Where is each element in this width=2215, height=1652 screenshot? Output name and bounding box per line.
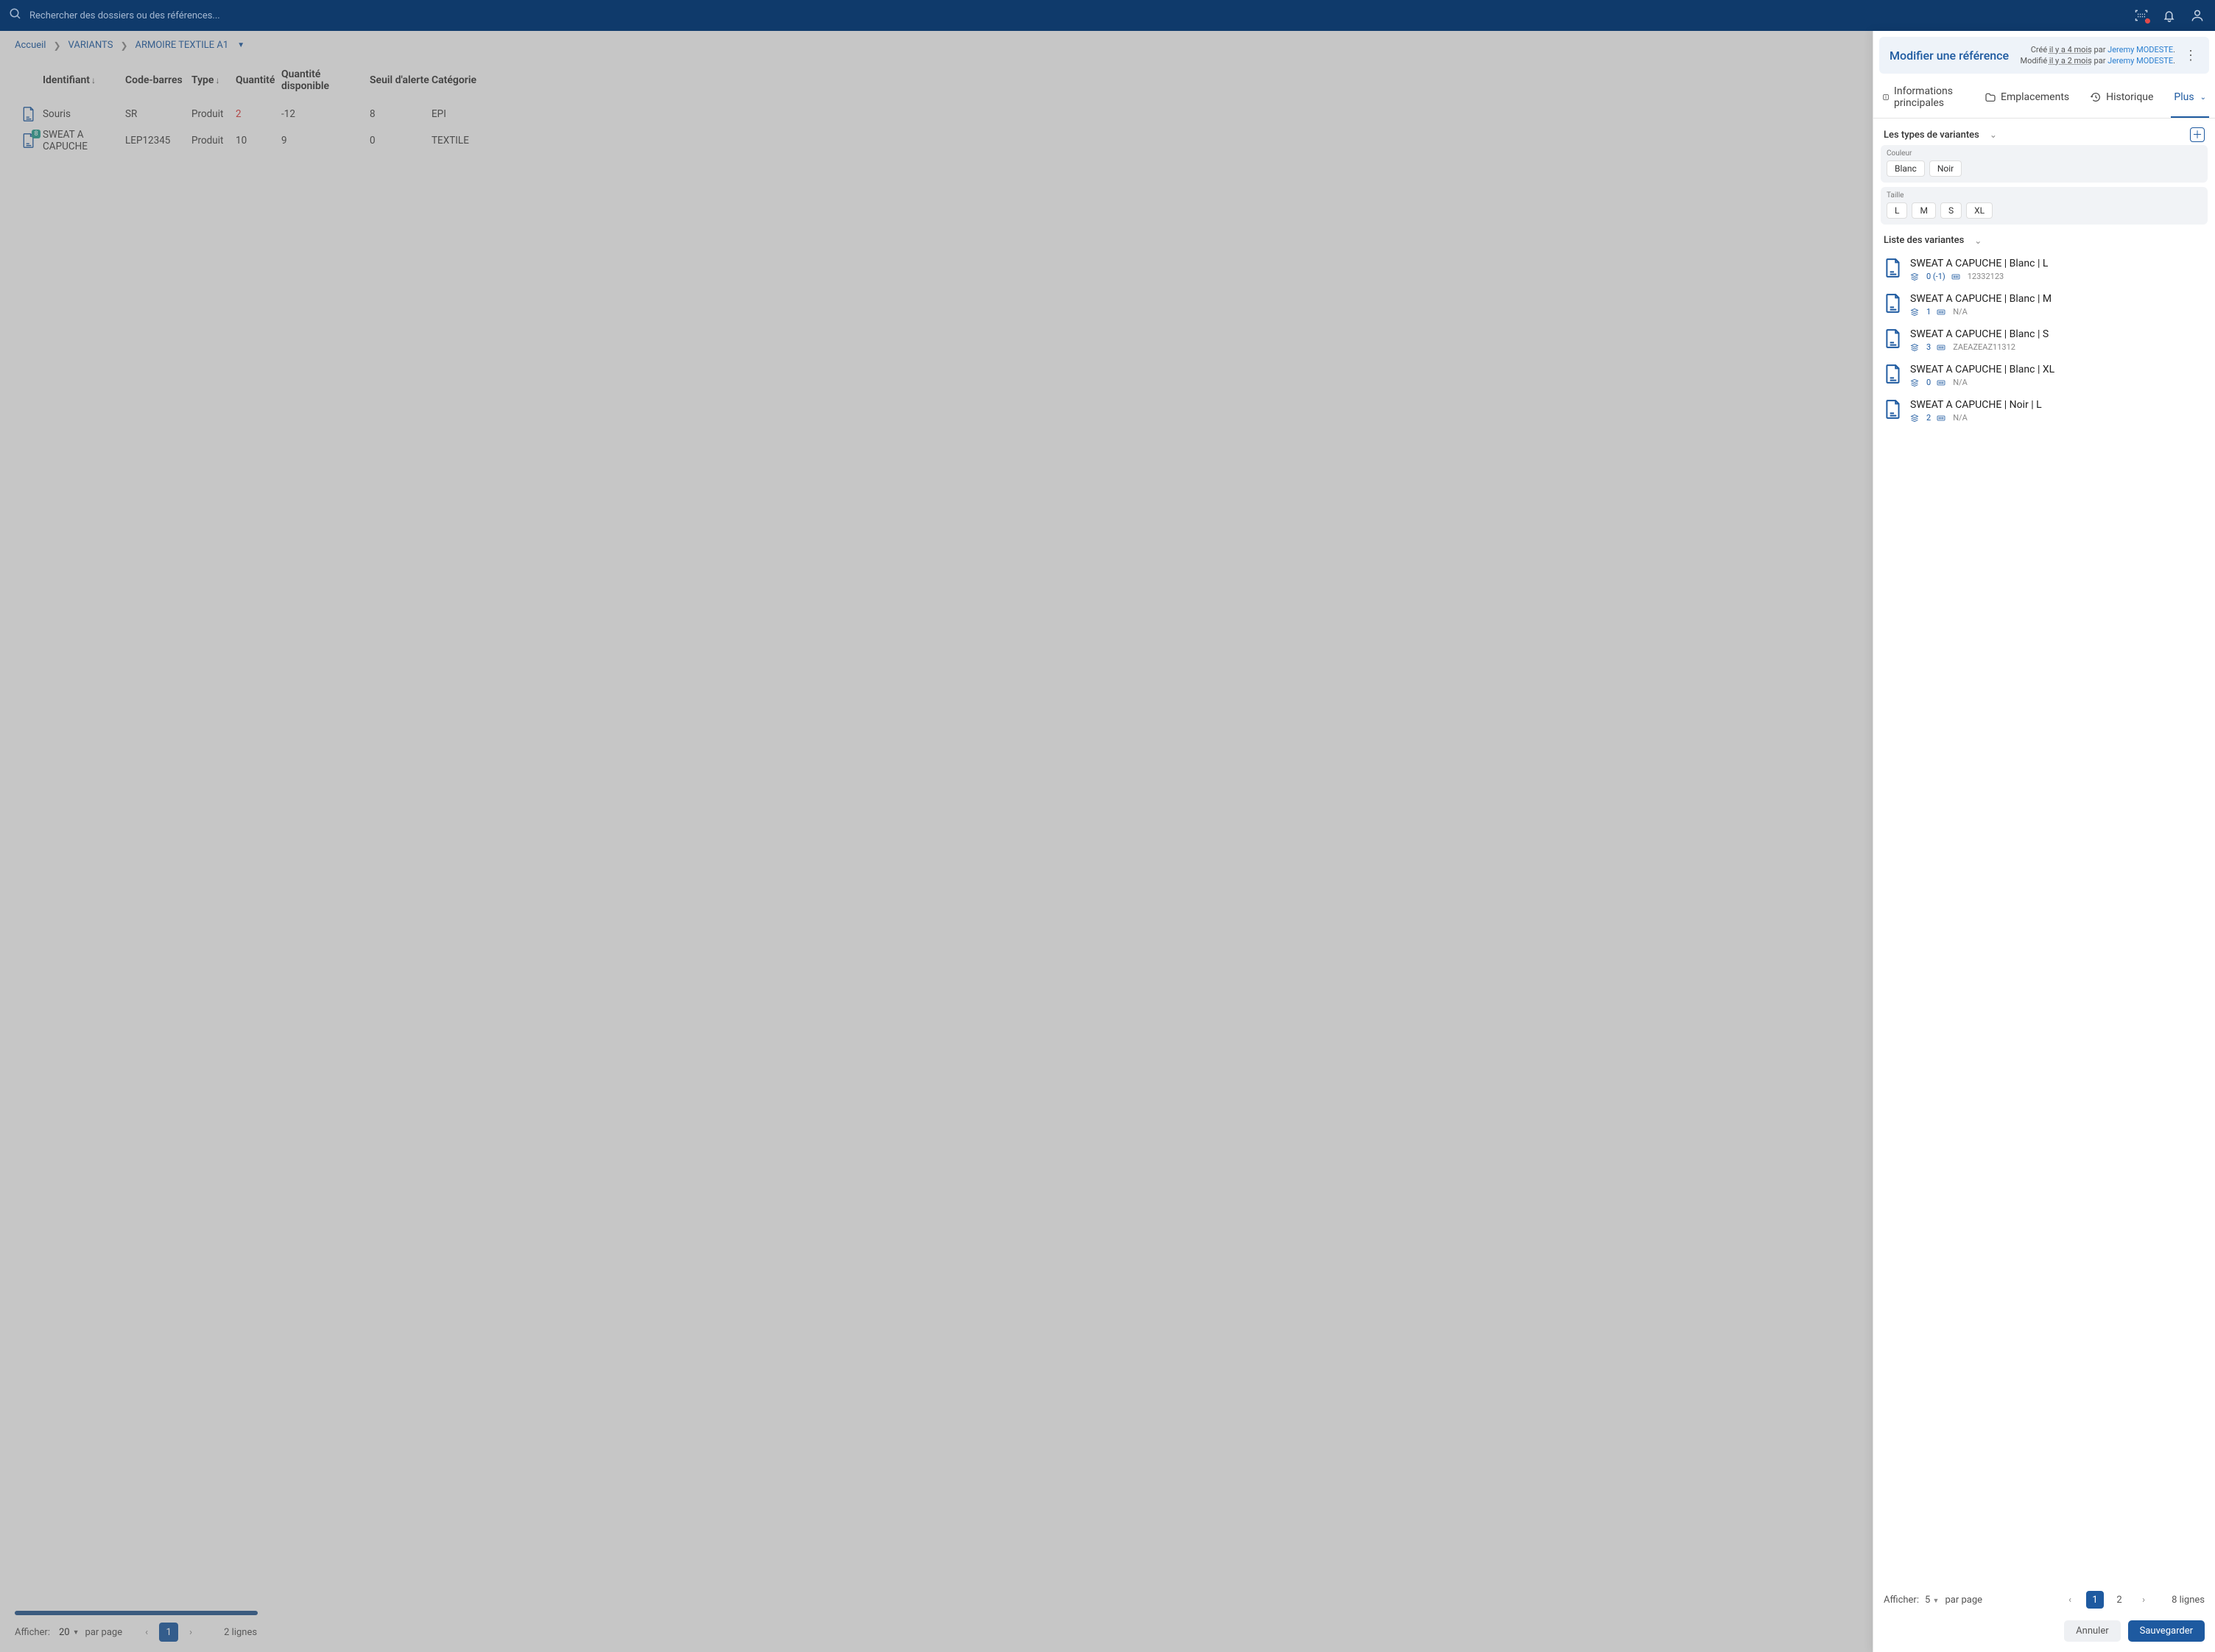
side-panel: Modifier une référence Créé il y a 4 moi… xyxy=(1873,31,2215,1652)
chip-size[interactable]: XL xyxy=(1966,202,1993,219)
document-icon xyxy=(1884,364,1903,384)
variant-barcode: 12332123 xyxy=(1968,272,2004,281)
bell-icon[interactable] xyxy=(2162,8,2177,23)
panel-actions: Annuler Sauvegarder xyxy=(1873,1613,2215,1652)
chip-color[interactable]: Blanc xyxy=(1887,160,1925,177)
barcode-icon xyxy=(1951,272,1962,281)
group-label: Taille xyxy=(1887,191,2202,200)
prev-page-button[interactable]: ‹ xyxy=(2061,1591,2079,1609)
chip-color[interactable]: Noir xyxy=(1929,160,1962,177)
stack-icon xyxy=(1910,342,1920,352)
variant-barcode: ZAEAZEAZ11312 xyxy=(1953,342,2015,352)
chip-size[interactable]: M xyxy=(1912,202,1935,219)
variant-barcode: N/A xyxy=(1953,413,1968,423)
created-by-user[interactable]: Jeremy MODESTE xyxy=(2107,45,2173,54)
variant-name: SWEAT A CAPUCHE | Blanc | M xyxy=(1910,293,2205,305)
variant-list: SWEAT A CAPUCHE | Blanc | L 0 (-1) 1233212… xyxy=(1881,252,2208,428)
variant-qty: 1 xyxy=(1926,307,1931,317)
tab-info[interactable]: Informations principales xyxy=(1879,80,1967,118)
stack-icon xyxy=(1910,378,1920,387)
tab-locations[interactable]: Emplacements xyxy=(1982,80,2072,118)
document-icon xyxy=(1884,293,1903,314)
document-icon xyxy=(1884,328,1903,349)
stack-icon xyxy=(1910,307,1920,317)
variant-item[interactable]: SWEAT A CAPUCHE | Noir | L 2 N/A xyxy=(1881,393,2208,428)
variant-qty: 0 xyxy=(1926,378,1931,387)
variant-name: SWEAT A CAPUCHE | Blanc | XL xyxy=(1910,364,2205,375)
variant-item[interactable]: SWEAT A CAPUCHE | Blanc | S 3 ZAEAZEAZ1131… xyxy=(1881,322,2208,358)
barcode-scan-icon[interactable] xyxy=(2134,8,2149,23)
barcode-icon xyxy=(1937,378,1947,387)
variant-qty: 2 xyxy=(1926,413,1931,423)
user-icon[interactable] xyxy=(2190,8,2205,23)
variant-types-header[interactable]: Les types de variantes ⌄ ＋ xyxy=(1881,124,2208,145)
barcode-icon xyxy=(1937,307,1947,317)
variant-item[interactable]: SWEAT A CAPUCHE | Blanc | XL 0 N/A xyxy=(1881,358,2208,393)
next-page-button[interactable]: › xyxy=(2135,1591,2152,1609)
cancel-button[interactable]: Annuler xyxy=(2064,1620,2120,1642)
modal-overlay xyxy=(0,31,1873,1652)
variant-barcode: N/A xyxy=(1953,378,1968,387)
main-content: Accueil ❯ VARIANTS ❯ ARMOIRE TEXTILE A1 … xyxy=(0,31,1873,1652)
save-button[interactable]: Sauvegarder xyxy=(2128,1620,2205,1642)
panel-meta: Créé il y a 4 mois par Jeremy MODESTE. M… xyxy=(2020,44,2175,66)
document-icon xyxy=(1884,399,1903,420)
search-wrapper xyxy=(9,7,2134,24)
panel-pagination: Afficher: 5 ▼ par page ‹ 1 2 › 8 lignes xyxy=(1873,1586,2215,1613)
chip-size[interactable]: S xyxy=(1940,202,1962,219)
variant-group-color: Couleur Blanc Noir xyxy=(1881,145,2208,183)
chevron-down-icon: ⌄ xyxy=(1990,130,1997,140)
page-number[interactable]: 1 xyxy=(2086,1591,2104,1609)
variant-group-size: Taille L M S XL xyxy=(1881,187,2208,225)
stack-icon xyxy=(1910,413,1920,423)
per-page-label: par page xyxy=(1945,1595,1982,1606)
topbar xyxy=(0,0,2215,31)
barcode-icon xyxy=(1937,342,1947,352)
variant-item[interactable]: SWEAT A CAPUCHE | Blanc | L 0 (-1) 1233212… xyxy=(1881,252,2208,287)
page-size-select[interactable]: 5 ▼ xyxy=(1925,1595,1939,1606)
page-number[interactable]: 2 xyxy=(2111,1595,2127,1606)
modified-by-user[interactable]: Jeremy MODESTE xyxy=(2107,56,2173,66)
total-lines: 8 lignes xyxy=(2172,1595,2205,1606)
chevron-down-icon: ⌄ xyxy=(1974,236,1982,246)
search-icon xyxy=(9,7,29,24)
variant-barcode: N/A xyxy=(1953,307,1968,317)
search-input[interactable] xyxy=(29,10,324,21)
scan-dot xyxy=(2145,18,2150,24)
variant-name: SWEAT A CAPUCHE | Blanc | L xyxy=(1910,258,2205,269)
show-label: Afficher: xyxy=(1884,1595,1919,1606)
document-icon xyxy=(1884,258,1903,278)
variant-qty: 3 xyxy=(1926,342,1931,352)
tab-history[interactable]: Historique xyxy=(2087,80,2156,118)
variant-item[interactable]: SWEAT A CAPUCHE | Blanc | M 1 N/A xyxy=(1881,287,2208,322)
barcode-icon xyxy=(1937,413,1947,423)
panel-header: Modifier une référence Créé il y a 4 moi… xyxy=(1879,37,2209,74)
variant-name: SWEAT A CAPUCHE | Noir | L xyxy=(1910,399,2205,411)
panel-title: Modifier une référence xyxy=(1890,49,2012,63)
more-actions-icon[interactable]: ⋮ xyxy=(2183,48,2199,63)
stack-icon xyxy=(1910,272,1920,281)
panel-tabs: Informations principales Emplacements Hi… xyxy=(1873,80,2215,119)
panel-body: Les types de variantes ⌄ ＋ Couleur Blanc… xyxy=(1873,119,2215,1586)
variant-list-header[interactable]: Liste des variantes ⌄ xyxy=(1881,232,2208,249)
group-label: Couleur xyxy=(1887,149,2202,158)
chip-size[interactable]: L xyxy=(1887,202,1907,219)
variant-qty: 0 (-1) xyxy=(1926,272,1945,281)
tab-more[interactable]: Plus⌄ xyxy=(2171,80,2209,118)
variant-name: SWEAT A CAPUCHE | Blanc | S xyxy=(1910,328,2205,340)
top-icons xyxy=(2134,8,2205,23)
add-variant-type-button[interactable]: ＋ xyxy=(2190,127,2205,142)
